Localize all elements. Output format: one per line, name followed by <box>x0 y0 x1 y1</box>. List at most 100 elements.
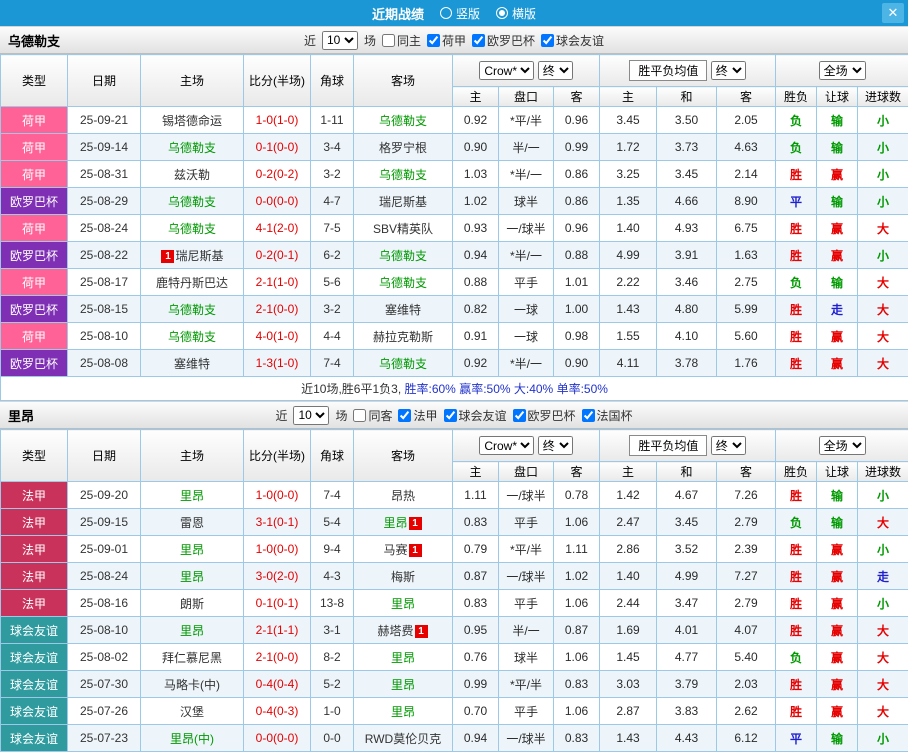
match-row: 欧罗巴杯25-08-08塞维特1-3(1-0)7-4乌德勒支0.92*半/一0.… <box>1 350 908 377</box>
filter-checkbox[interactable]: 欧罗巴杯 <box>513 407 576 424</box>
match-count-select[interactable]: 10 <box>322 31 358 50</box>
layout-radio-horizontal[interactable]: 横版 <box>496 5 536 22</box>
filter-checkbox[interactable]: 同主 <box>382 32 421 49</box>
team-name-text: 乌德勒支 <box>168 330 216 344</box>
result-winlose-cell: 胜 <box>776 482 817 509</box>
away-team-cell: 梅斯 <box>354 563 453 590</box>
corners-cell: 8-2 <box>311 644 354 671</box>
avg-draw-cell: 3.52 <box>657 536 717 563</box>
result-winlose-cell: 胜 <box>776 215 817 242</box>
col-header-corners: 角球 <box>311 430 354 482</box>
odds-group-header: Crow* 终 <box>453 55 600 87</box>
score-cell: 1-0(0-0) <box>244 482 311 509</box>
filter-checkbox[interactable]: 球会友谊 <box>541 32 604 49</box>
close-icon[interactable]: ✕ <box>882 3 904 23</box>
home-team-cell: 1瑞尼斯基 <box>141 242 244 269</box>
col-header-score: 比分(半场) <box>244 430 311 482</box>
results-table: 类型 日期 主场 比分(半场) 角球 客场 Crow* 终 胜平负均值 终 全场 <box>0 429 908 752</box>
avg-home-cell: 1.40 <box>600 215 657 242</box>
checkbox-input[interactable] <box>472 34 485 47</box>
avg-stage-select[interactable]: 终 <box>711 436 746 455</box>
avg-home-cell: 1.40 <box>600 563 657 590</box>
match-row: 法甲25-08-24里昂3-0(2-0)4-3梅斯0.87一/球半1.021.4… <box>1 563 908 590</box>
layout-radio-vertical[interactable]: 竖版 <box>440 5 480 22</box>
avg-draw-cell: 3.46 <box>657 269 717 296</box>
date-cell: 25-08-10 <box>68 323 141 350</box>
avg-draw-cell: 4.77 <box>657 644 717 671</box>
date-cell: 25-09-14 <box>68 134 141 161</box>
date-cell: 25-09-20 <box>68 482 141 509</box>
match-row: 欧罗巴杯25-08-15乌德勒支2-1(0-0)3-2塞维特0.82一球1.00… <box>1 296 908 323</box>
avg-draw-cell: 3.45 <box>657 509 717 536</box>
away-team-cell: 赫拉克勒斯 <box>354 323 453 350</box>
checkbox-input[interactable] <box>541 34 554 47</box>
result-goals-cell: 大 <box>858 215 908 242</box>
score-cell: 4-1(2-0) <box>244 215 311 242</box>
summary-cell: 近10场,胜6平1负3, 胜率:60% 赢率:50% 大:40% 单率:50% <box>1 377 908 401</box>
home-team-cell: 里昂 <box>141 563 244 590</box>
team-name-text: 塞维特 <box>385 303 421 317</box>
home-team-cell: 乌德勒支 <box>141 215 244 242</box>
result-goals-cell: 小 <box>858 242 908 269</box>
date-cell: 25-09-15 <box>68 509 141 536</box>
date-cell: 25-07-23 <box>68 725 141 752</box>
filter-label: 欧罗巴杯 <box>487 32 535 49</box>
league-cell: 球会友谊 <box>1 671 68 698</box>
checkbox-input[interactable] <box>513 409 526 422</box>
checkbox-input[interactable] <box>444 409 457 422</box>
avg-away-cell: 2.03 <box>717 671 776 698</box>
filter-checkbox[interactable]: 法甲 <box>398 407 437 424</box>
checkbox-input[interactable] <box>353 409 366 422</box>
checkbox-input[interactable] <box>427 34 440 47</box>
away-team-cell: 乌德勒支 <box>354 350 453 377</box>
away-team-cell: 赫塔费1 <box>354 617 453 644</box>
score-cell: 1-3(1-0) <box>244 350 311 377</box>
result-winlose-cell: 胜 <box>776 161 817 188</box>
odds-group-header: Crow* 终 <box>453 430 600 462</box>
checkbox-input[interactable] <box>398 409 411 422</box>
match-count-select[interactable]: 10 <box>293 406 329 425</box>
avg-draw-header: 和 <box>657 462 717 482</box>
corners-cell: 4-4 <box>311 323 354 350</box>
avg-stage-select[interactable]: 终 <box>711 61 746 80</box>
avg-label-button[interactable]: 胜平负均值 <box>629 435 707 456</box>
rank-badge: 1 <box>161 250 174 263</box>
filter-checkbox[interactable]: 欧罗巴杯 <box>472 32 535 49</box>
winlose-header: 胜负 <box>776 462 817 482</box>
odds-company-select[interactable]: Crow* <box>479 436 534 455</box>
league-cell: 欧罗巴杯 <box>1 350 68 377</box>
scope-select[interactable]: 全场 <box>819 61 866 80</box>
odds-home-cell: 0.93 <box>453 215 499 242</box>
odds-company-select[interactable]: Crow* <box>479 61 534 80</box>
avg-home-cell: 2.22 <box>600 269 657 296</box>
away-team-cell: 瑞尼斯基 <box>354 188 453 215</box>
filter-checkbox[interactable]: 荷甲 <box>427 32 466 49</box>
filter-label: 法甲 <box>413 407 437 424</box>
result-handicap-cell: 赢 <box>817 617 858 644</box>
avg-label-button[interactable]: 胜平负均值 <box>629 60 707 81</box>
league-cell: 法甲 <box>1 509 68 536</box>
summary-segment: 近10场,胜6平1负3, <box>301 382 404 396</box>
team-name-text: 里昂 <box>391 651 415 665</box>
avg-home-cell: 4.99 <box>600 242 657 269</box>
result-winlose-cell: 胜 <box>776 242 817 269</box>
matches-label: 场 <box>364 32 376 49</box>
odds-stage-select[interactable]: 终 <box>538 436 573 455</box>
score-cell: 1-0(0-0) <box>244 536 311 563</box>
avg-home-cell: 1.43 <box>600 296 657 323</box>
avg-away-cell: 4.07 <box>717 617 776 644</box>
match-row: 球会友谊25-07-30马略卡(中)0-4(0-4)5-2里昂0.99*平/半0… <box>1 671 908 698</box>
filter-checkbox[interactable]: 法国杯 <box>582 407 633 424</box>
filter-checkbox[interactable]: 同客 <box>353 407 392 424</box>
odds-stage-select[interactable]: 终 <box>538 61 573 80</box>
odds-home-cell: 1.11 <box>453 482 499 509</box>
avg-away-cell: 2.39 <box>717 536 776 563</box>
date-cell: 25-09-01 <box>68 536 141 563</box>
filter-checkbox[interactable]: 球会友谊 <box>444 407 507 424</box>
scope-select[interactable]: 全场 <box>819 436 866 455</box>
checkbox-input[interactable] <box>382 34 395 47</box>
avg-home-cell: 1.69 <box>600 617 657 644</box>
checkbox-input[interactable] <box>582 409 595 422</box>
team-name-text: 昂热 <box>391 489 415 503</box>
odds-home-cell: 0.87 <box>453 563 499 590</box>
